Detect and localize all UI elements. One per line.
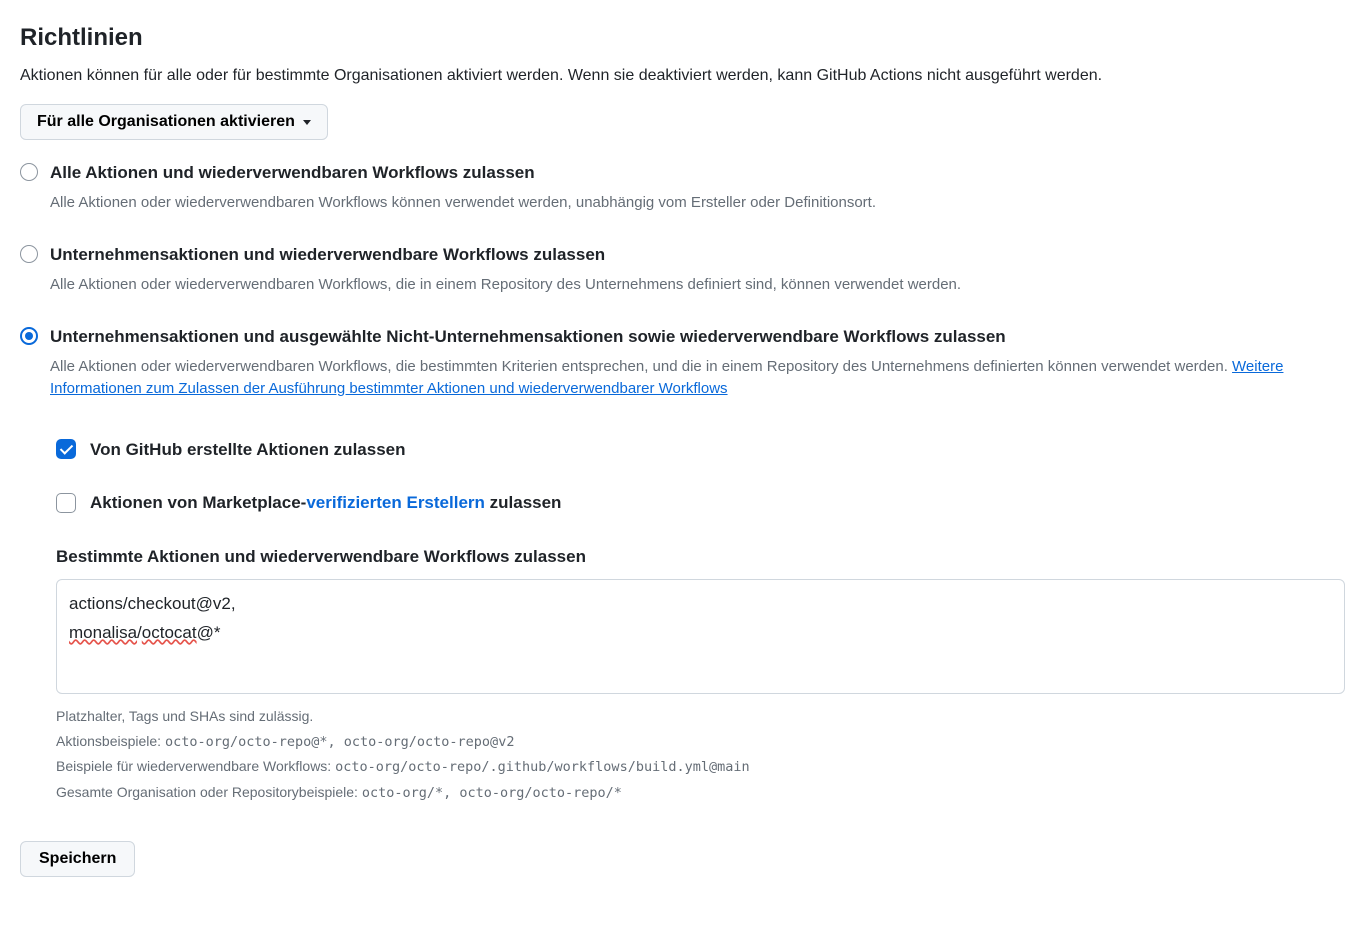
allowlist-title: Bestimmte Aktionen und wiederverwendbare… [56, 544, 1345, 570]
checkbox-label: Von GitHub erstellte Aktionen zulassen [90, 437, 406, 463]
policy-option-title: Unternehmensaktionen und ausgewählte Nic… [50, 324, 1345, 350]
radio-icon[interactable] [20, 163, 38, 181]
policy-option-title: Alle Aktionen und wiederverwendbaren Wor… [50, 160, 1345, 186]
policy-option-enterprise-only[interactable]: Unternehmensaktionen und wiederverwendba… [20, 242, 1345, 296]
save-button[interactable]: Speichern [20, 841, 135, 877]
page-description: Aktionen können für alle oder für bestim… [20, 64, 1220, 88]
allowlist-textarea[interactable]: actions/checkout@v2,monalisa/octocat@* [56, 579, 1345, 694]
radio-icon[interactable] [20, 327, 38, 345]
page-title: Richtlinien [20, 20, 1345, 56]
checkbox-icon[interactable] [56, 493, 76, 513]
checkbox-label: Aktionen von Marketplace-verifizierten E… [90, 490, 561, 516]
radio-icon[interactable] [20, 245, 38, 263]
policy-option-selected[interactable]: Unternehmensaktionen und ausgewählte Nic… [20, 324, 1345, 401]
selected-policy-suboptions: Von GitHub erstellte Aktionen zulassen A… [56, 437, 1345, 806]
policy-radio-group: Alle Aktionen und wiederverwendbaren Wor… [20, 160, 1345, 401]
allowlist-helper-text: Platzhalter, Tags und SHAs sind zulässig… [56, 704, 1345, 805]
policy-option-title: Unternehmensaktionen und wiederverwendba… [50, 242, 1345, 268]
checkbox-icon[interactable] [56, 439, 76, 459]
policy-option-desc: Alle Aktionen oder wiederverwendbaren Wo… [50, 274, 1345, 297]
policy-option-desc: Alle Aktionen oder wiederverwendbaren Wo… [50, 192, 1345, 215]
verified-creators-link[interactable]: verifizierten Erstellern [306, 493, 485, 512]
allow-marketplace-checkbox-row[interactable]: Aktionen von Marketplace-verifizierten E… [56, 490, 1345, 516]
dropdown-label: Für alle Organisationen aktivieren [37, 113, 295, 131]
org-scope-dropdown[interactable]: Für alle Organisationen aktivieren [20, 104, 328, 140]
allow-github-actions-checkbox-row[interactable]: Von GitHub erstellte Aktionen zulassen [56, 437, 1345, 463]
policy-option-allow-all[interactable]: Alle Aktionen und wiederverwendbaren Wor… [20, 160, 1345, 214]
policy-option-desc: Alle Aktionen oder wiederverwendbaren Wo… [50, 356, 1345, 401]
